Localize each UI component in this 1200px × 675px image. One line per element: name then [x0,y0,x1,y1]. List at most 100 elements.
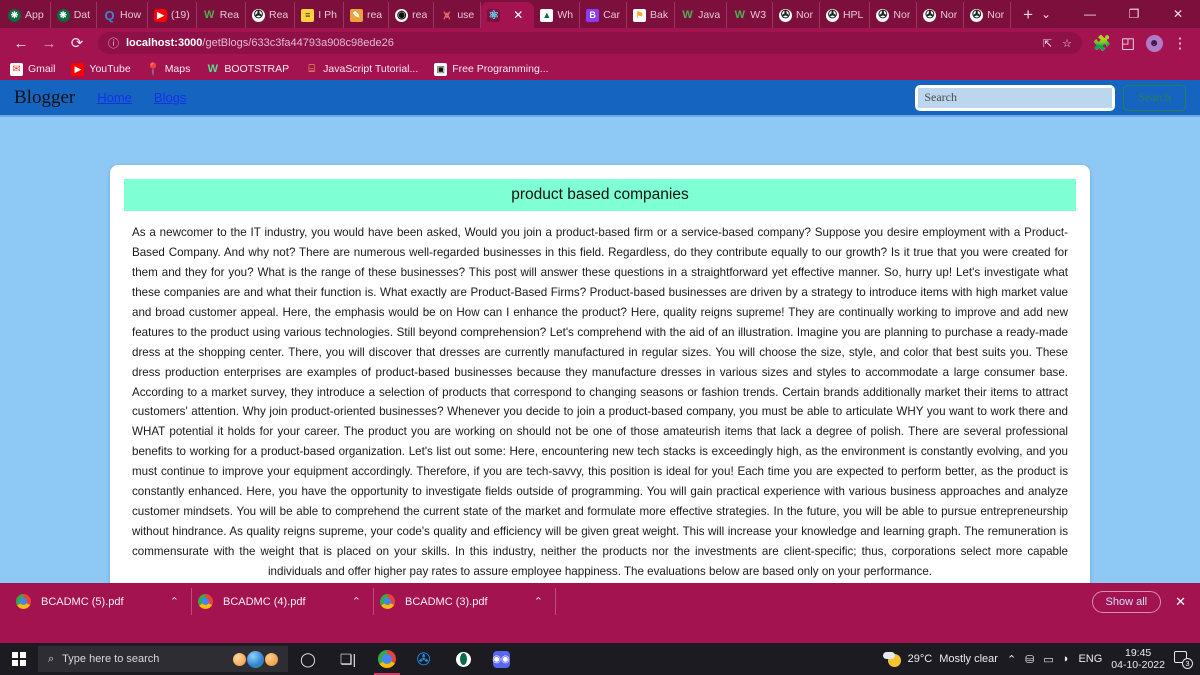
browser-tab[interactable]: ✎ rea [344,2,390,28]
reload-icon[interactable]: ⟳ [64,30,90,56]
browser-tab[interactable]: ✇ Nor [917,2,965,28]
download-item[interactable]: BCADMC (4).pdf ⌃ [192,588,374,615]
menu-icon[interactable]: ⋮ [1168,30,1192,56]
browser-tab[interactable]: ⚑ Bak [627,2,676,28]
tab-label: Dat [73,9,91,21]
browser-tab[interactable]: W Rea [197,2,246,28]
opera-taskbar-icon[interactable] [444,643,482,675]
medium-icon: ✎ [349,8,363,22]
post-body: As a newcomer to the IT industry, you wo… [132,226,1068,578]
bookmark-gmail[interactable]: ✉ Gmail [10,62,55,76]
browser-tab[interactable]: B Car [580,2,627,28]
start-button[interactable] [0,643,38,675]
tab-search-icon[interactable]: ⌄ [1024,7,1068,21]
search-button[interactable]: Search [1123,84,1186,111]
site-info-icon[interactable]: ⓘ [108,35,119,51]
tab-label: Java [698,9,721,21]
tab-label: Nor [987,9,1005,21]
downloads-actions: Show all ✕ [1091,590,1190,613]
browser-tab[interactable]: ✇ Rea [246,2,296,28]
back-icon[interactable]: ← [8,30,34,56]
browser-tab[interactable]: ◉ rea [389,2,435,28]
split-screen-icon[interactable]: ◰ [1116,30,1140,56]
tab-label: HPL [842,9,864,21]
tab-label: Nor [796,9,813,21]
nav-link-blogs[interactable]: Blogs [154,90,187,105]
download-item[interactable]: BCADMC (5).pdf ⌃ [10,588,192,615]
browser-tab[interactable]: ✇ Nor [870,2,918,28]
bookmark-javascript-tutorial[interactable]: ⌸ JavaScript Tutorial... [305,63,418,76]
minimize-button[interactable]: — [1068,7,1112,21]
browser-tab[interactable]: ✇ HPL [820,2,871,28]
chevron-up-icon[interactable]: ⌃ [352,595,361,608]
bookmark-youtube[interactable]: ▶ YouTube [71,62,131,76]
maximize-button[interactable]: ❐ [1112,7,1156,21]
wifi-icon[interactable]: ◗ [1063,653,1070,665]
clock[interactable]: 19:45 04-10-2022 [1111,647,1165,671]
search-icon: ⌕ [48,652,55,665]
cortana-circle-icon[interactable]: ◯ [288,643,328,675]
language-indicator[interactable]: ENG [1078,653,1102,665]
tab-label: How [120,9,142,21]
vscode-taskbar-icon[interactable]: ✇ [406,643,444,675]
chevron-up-icon[interactable]: ⌃ [534,595,543,608]
bookmark-free-programming[interactable]: ▣ Free Programming... [434,62,549,76]
leaf-icon: ❋ [56,8,70,22]
close-icon[interactable]: ✕ [508,8,528,22]
profile-avatar[interactable]: ☻ [1145,34,1163,52]
browser-tab[interactable]: ✇ Nor [964,2,1012,28]
w3schools-icon: W [682,8,693,21]
notifications-icon[interactable]: 3 [1174,650,1193,669]
show-hidden-icons-chevron[interactable]: ⌃ [1007,653,1016,666]
download-filename: BCADMC (3).pdf [405,595,488,608]
browser-tab[interactable]: ▶ (19) [148,2,197,28]
browser-tab[interactable]: ▲ Wh [534,2,581,28]
task-view-icon[interactable]: ❏| [328,643,368,675]
show-all-downloads-button[interactable]: Show all [1091,590,1162,613]
browser-tab[interactable]: ≡ I Ph [295,2,344,28]
share-icon[interactable]: ⇱ [1043,37,1052,50]
nav-link-home[interactable]: Home [97,90,132,105]
chevron-up-icon[interactable]: ⌃ [170,595,179,608]
forward-icon[interactable]: → [36,30,62,56]
address-bar[interactable]: ⓘ localhost:3000/getBlogs/633c3fa44793a9… [98,32,1082,54]
clock-time: 19:45 [1125,646,1152,659]
browser-tab[interactable]: ❋ App [2,2,51,28]
leaf-icon: ❋ [8,8,21,22]
discord-taskbar-icon[interactable]: ◉◉ [482,643,520,675]
browser-tab[interactable]: W W3 [727,2,774,28]
bookmark-bootstrap[interactable]: W BOOTSTRAP [206,63,289,76]
globe-icon: ✇ [779,8,793,22]
browser-tab[interactable]: ❋ Dat [51,2,98,28]
gmail-icon: ✉ [10,62,23,76]
bookmark-maps[interactable]: 📍 Maps [146,62,191,76]
url-path: /getBlogs/633c3fa44793a908c98ede26 [202,37,394,49]
youtube-icon: ▶ [154,8,168,22]
post-title: product based companies [124,179,1076,211]
b-icon: B [586,8,600,22]
browser-tab[interactable]: W Java [675,2,728,28]
onedrive-icon[interactable]: ⛁ [1025,653,1034,666]
download-item[interactable]: BCADMC (3).pdf ⌃ [374,588,556,615]
extensions-icon[interactable]: 🧩 [1090,30,1114,56]
search-input[interactable]: Search [915,84,1116,111]
search-input-value[interactable]: Search [918,87,1113,108]
chrome-taskbar-icon[interactable] [368,643,406,675]
quora-icon: Q [104,7,115,23]
browser-tab[interactable]: ✇ Nor [773,2,820,28]
close-downloads-icon[interactable]: ✕ [1171,594,1190,610]
taskbar-search[interactable]: ⌕ Type here to search [38,646,288,672]
tab-label: Wh [557,9,574,21]
bookmark-star-icon[interactable]: ☆ [1062,37,1072,50]
battery-icon[interactable]: ▭ [1043,653,1053,666]
close-window-button[interactable]: ✕ [1156,7,1200,21]
browser-tab-active[interactable]: ⚛ ✕ [481,2,535,28]
tab-label: Nor [940,9,958,21]
browser-tab[interactable]: Q How [97,2,149,28]
bookmarks-bar: ✉ Gmail ▶ YouTube 📍 Maps W BOOTSTRAP ⌸ JavaSc… [0,58,1200,80]
site-brand[interactable]: Blogger [14,87,75,109]
globe-icon: ✇ [970,8,984,22]
cortana-icon[interactable] [233,650,278,668]
weather-widget[interactable]: 29°C Mostly clear [882,651,998,667]
browser-tab[interactable]: ⩙ use [434,2,482,28]
